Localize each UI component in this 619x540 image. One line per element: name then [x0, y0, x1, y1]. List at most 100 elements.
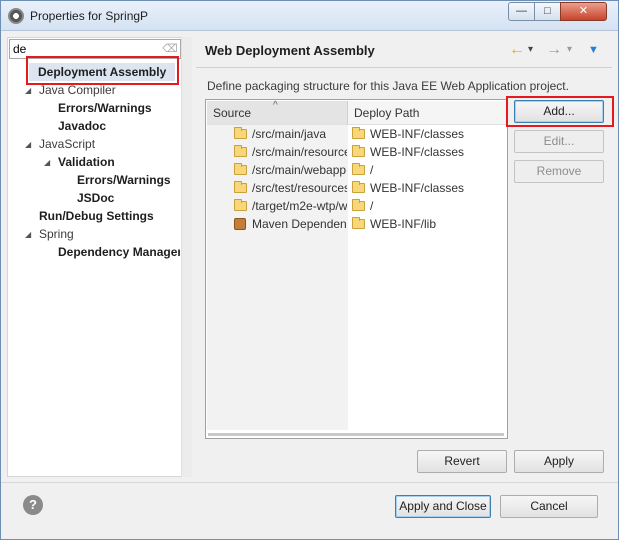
sort-ascending-icon: ^ — [273, 100, 278, 111]
title-separator — [196, 67, 612, 68]
tree-item-dependency-management[interactable]: Dependency Management — [58, 243, 180, 261]
tree-item-run-debug-settings[interactable]: Run/Debug Settings — [39, 207, 154, 225]
properties-dialog: Properties for SpringP — □ ✕ ⌫ Deploymen… — [0, 0, 619, 540]
back-dropdown-icon[interactable]: ▾ — [528, 41, 533, 59]
forward-dropdown-icon[interactable]: ▾ — [567, 41, 572, 59]
remove-button-label: Remove — [536, 164, 582, 178]
expanded-triangle-icon[interactable]: ◢ — [44, 158, 50, 167]
deploy-path: WEB-INF/classes — [370, 127, 465, 141]
tree-item-label: Spring — [39, 227, 74, 241]
source-path: Maven Dependencies — [252, 217, 347, 231]
table-horizontal-scrollbar[interactable] — [208, 433, 504, 436]
source-path: /src/main/webapp — [252, 163, 347, 177]
tree-item-javascript[interactable]: JavaScript — [39, 135, 95, 153]
column-header-source[interactable]: Source ^ — [207, 100, 348, 125]
expanded-triangle-icon[interactable]: ◢ — [25, 140, 31, 149]
table-row-deploy[interactable]: WEB-INF/classes — [352, 125, 502, 143]
folder-icon — [234, 163, 247, 175]
cancel-button-label: Cancel — [530, 499, 568, 513]
source-path: /src/test/resources — [252, 181, 347, 195]
source-path: /src/main/resources — [252, 145, 347, 159]
deploy-path: / — [370, 199, 374, 213]
folder-icon — [352, 145, 365, 157]
folder-icon — [352, 163, 365, 175]
remove-button[interactable]: Remove — [514, 160, 604, 183]
close-button[interactable]: ✕ — [560, 2, 607, 21]
tree-item-label: JSDoc — [77, 191, 115, 205]
tree-item-js-errors-warnings[interactable]: Errors/Warnings — [77, 171, 171, 189]
column-header-deploy-path[interactable]: Deploy Path — [348, 101, 507, 125]
folder-icon — [352, 127, 365, 139]
eclipse-icon — [8, 8, 24, 24]
folder-icon — [352, 199, 365, 211]
table-row-source[interactable]: /src/test/resources — [234, 179, 347, 197]
folder-icon — [234, 199, 247, 211]
table-row-source[interactable]: /target/m2e-wtp/web-resources — [234, 197, 347, 215]
tree-item-label: Dependency Management — [58, 245, 180, 259]
column-header-label: Source — [213, 106, 252, 120]
tree-item-javadoc[interactable]: Javadoc — [58, 117, 106, 135]
tree-item-validation[interactable]: Validation — [58, 153, 115, 171]
title-bar: Properties for SpringP — □ ✕ — [1, 1, 618, 31]
deployment-table[interactable]: Source ^ Deploy Path /src/main/java WEB-… — [205, 99, 508, 439]
apply-and-close-button[interactable]: Apply and Close — [395, 495, 491, 518]
table-row-deploy[interactable]: WEB-INF/classes — [352, 143, 502, 161]
tree-item-label: Errors/Warnings — [77, 173, 171, 187]
revert-button[interactable]: Revert — [417, 450, 507, 473]
tree-item-spring[interactable]: Spring — [39, 225, 74, 243]
apply-and-close-label: Apply and Close — [399, 499, 487, 513]
column-header-label: Deploy Path — [354, 106, 420, 120]
deploy-path: / — [370, 163, 374, 177]
source-path: /src/main/java — [252, 127, 327, 141]
highlight-box-add — [506, 96, 614, 127]
tree-item-label: Errors/Warnings — [58, 101, 152, 115]
tree-item-errors-warnings[interactable]: Errors/Warnings — [58, 99, 152, 117]
window-title: Properties for SpringP — [30, 9, 149, 23]
tree-item-label: JavaScript — [39, 137, 96, 151]
view-menu-icon[interactable]: ▼ — [588, 41, 599, 59]
maximize-button[interactable]: □ — [534, 2, 561, 21]
tree-item-label: Javadoc — [58, 119, 107, 133]
table-row-source[interactable]: /src/main/java — [234, 125, 347, 143]
library-icon — [234, 218, 246, 230]
table-row-source[interactable]: Maven Dependencies — [234, 215, 347, 233]
help-icon[interactable]: ? — [23, 495, 43, 515]
table-row-source[interactable]: /src/main/resources — [234, 143, 347, 161]
highlight-box-deployment-assembly — [26, 56, 179, 85]
clear-filter-icon[interactable]: ⌫ — [162, 42, 178, 56]
source-path: /target/m2e-wtp/web-resources — [252, 199, 347, 213]
deploy-path: WEB-INF/lib — [370, 217, 436, 231]
tree-item-label: Validation — [58, 155, 115, 169]
forward-arrow-icon[interactable]: → — [546, 41, 562, 59]
apply-button-label: Apply — [543, 454, 575, 468]
deploy-path: WEB-INF/classes — [370, 181, 465, 195]
folder-icon — [234, 181, 247, 193]
tree-item-jsdoc[interactable]: JSDoc — [77, 189, 114, 207]
deploy-path: WEB-INF/classes — [370, 145, 465, 159]
page-navigation: ← ▾ → ▾ ▼ — [509, 41, 609, 61]
folder-icon — [234, 145, 247, 157]
revert-button-label: Revert — [444, 454, 480, 468]
edit-button-label: Edit... — [543, 134, 575, 148]
table-row-deploy[interactable]: / — [352, 197, 502, 215]
tree-item-label: Run/Debug Settings — [39, 209, 154, 223]
footer-separator — [1, 482, 618, 483]
table-row-deploy[interactable]: WEB-INF/lib — [352, 215, 502, 233]
minimize-button[interactable]: — — [508, 2, 535, 21]
apply-button[interactable]: Apply — [514, 450, 604, 473]
cancel-button[interactable]: Cancel — [500, 495, 598, 518]
page-title: Web Deployment Assembly — [205, 43, 375, 58]
tree-scrollbar[interactable] — [181, 37, 192, 477]
folder-icon — [352, 181, 365, 193]
folder-icon — [352, 217, 365, 229]
edit-button[interactable]: Edit... — [514, 130, 604, 153]
table-row-deploy[interactable]: / — [352, 161, 502, 179]
folder-icon — [234, 127, 247, 139]
expanded-triangle-icon[interactable]: ◢ — [25, 230, 31, 239]
back-arrow-icon[interactable]: ← — [509, 41, 525, 59]
expanded-triangle-icon[interactable]: ◢ — [25, 86, 31, 95]
page-description: Define packaging structure for this Java… — [207, 79, 569, 93]
tree-item-label: Java Compiler — [39, 83, 116, 97]
table-row-source[interactable]: /src/main/webapp — [234, 161, 347, 179]
table-row-deploy[interactable]: WEB-INF/classes — [352, 179, 502, 197]
